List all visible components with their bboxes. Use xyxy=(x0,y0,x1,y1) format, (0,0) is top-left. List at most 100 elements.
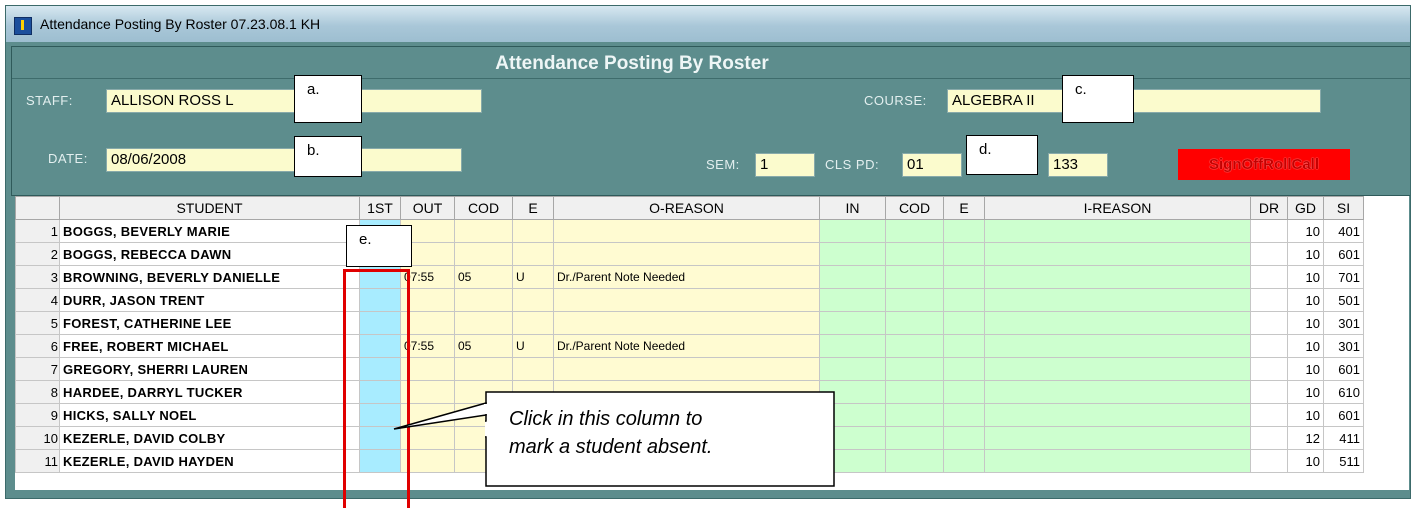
out-excuse-cell[interactable]: U xyxy=(512,334,554,358)
out-reason-cell[interactable] xyxy=(553,357,820,381)
table-row[interactable]: 4 DURR, JASON TRENT 10 501 xyxy=(15,288,1364,312)
out-code-cell[interactable] xyxy=(454,380,513,404)
clspd-field[interactable]: 01 xyxy=(902,153,962,177)
out-time-cell[interactable]: 07:55 xyxy=(400,265,455,289)
col-out-e-header[interactable]: E xyxy=(512,196,554,220)
out-code-cell[interactable] xyxy=(454,288,513,312)
out-reason-cell[interactable] xyxy=(553,311,820,335)
signoff-rollcall-button[interactable]: SignOffRollCall xyxy=(1178,149,1350,180)
col-dr-header[interactable]: DR xyxy=(1250,196,1288,220)
dr-cell[interactable] xyxy=(1250,311,1288,335)
out-excuse-cell[interactable] xyxy=(512,357,554,381)
dr-cell[interactable] xyxy=(1250,449,1288,473)
dr-cell[interactable] xyxy=(1250,380,1288,404)
student-name-cell[interactable]: FREE, ROBERT MICHAEL xyxy=(59,334,360,358)
in-excuse-cell[interactable] xyxy=(943,403,985,427)
first-period-absent-cell[interactable] xyxy=(359,265,401,289)
student-name-cell[interactable]: GREGORY, SHERRI LAUREN xyxy=(59,357,360,381)
out-excuse-cell[interactable] xyxy=(512,219,554,243)
out-time-cell[interactable]: 07:55 xyxy=(400,334,455,358)
in-time-cell[interactable] xyxy=(819,311,886,335)
col-out-cod-header[interactable]: COD xyxy=(454,196,513,220)
in-excuse-cell[interactable] xyxy=(943,311,985,335)
out-code-cell[interactable] xyxy=(454,219,513,243)
student-name-cell[interactable]: BROWNING, BEVERLY DANIELLE xyxy=(59,265,360,289)
in-time-cell[interactable] xyxy=(819,265,886,289)
student-name-cell[interactable]: HARDEE, DARRYL TUCKER xyxy=(59,380,360,404)
dr-cell[interactable] xyxy=(1250,242,1288,266)
col-oreason-header[interactable]: O-REASON xyxy=(553,196,820,220)
in-code-cell[interactable] xyxy=(885,426,944,450)
in-time-cell[interactable] xyxy=(819,357,886,381)
out-time-cell[interactable] xyxy=(400,288,455,312)
in-excuse-cell[interactable] xyxy=(943,357,985,381)
in-time-cell[interactable] xyxy=(819,426,886,450)
in-excuse-cell[interactable] xyxy=(943,449,985,473)
first-period-absent-cell[interactable] xyxy=(359,334,401,358)
dr-cell[interactable] xyxy=(1250,426,1288,450)
in-reason-cell[interactable] xyxy=(984,403,1251,427)
sem-field[interactable]: 1 xyxy=(755,153,815,177)
in-time-cell[interactable] xyxy=(819,242,886,266)
course-field[interactable]: ALGEBRA II xyxy=(947,89,1321,113)
in-reason-cell[interactable] xyxy=(984,334,1251,358)
in-reason-cell[interactable] xyxy=(984,288,1251,312)
out-time-cell[interactable] xyxy=(400,426,455,450)
table-row[interactable]: 5 FOREST, CATHERINE LEE 10 301 xyxy=(15,311,1364,335)
in-code-cell[interactable] xyxy=(885,288,944,312)
in-reason-cell[interactable] xyxy=(984,265,1251,289)
dr-cell[interactable] xyxy=(1250,403,1288,427)
first-period-absent-cell[interactable] xyxy=(359,449,401,473)
col-ireason-header[interactable]: I-REASON xyxy=(984,196,1251,220)
table-row[interactable]: 2 BOGGS, REBECCA DAWN 10 601 xyxy=(15,242,1364,266)
in-reason-cell[interactable] xyxy=(984,357,1251,381)
out-reason-cell[interactable] xyxy=(553,288,820,312)
out-excuse-cell[interactable] xyxy=(512,380,554,404)
table-row[interactable]: 7 GREGORY, SHERRI LAUREN 10 601 xyxy=(15,357,1364,381)
out-code-cell[interactable] xyxy=(454,403,513,427)
in-code-cell[interactable] xyxy=(885,242,944,266)
table-row[interactable]: 8 HARDEE, DARRYL TUCKER 10 610 xyxy=(15,380,1364,404)
out-reason-cell[interactable]: Dr./Parent Note Needed xyxy=(553,265,820,289)
first-period-absent-cell[interactable] xyxy=(359,403,401,427)
table-row[interactable]: 1 BOGGS, BEVERLY MARIE 10 401 xyxy=(15,219,1364,243)
col-1st-header[interactable]: 1ST xyxy=(359,196,401,220)
out-time-cell[interactable] xyxy=(400,403,455,427)
student-name-cell[interactable]: BOGGS, REBECCA DAWN xyxy=(59,242,360,266)
col-in-e-header[interactable]: E xyxy=(943,196,985,220)
first-period-absent-cell[interactable] xyxy=(359,357,401,381)
in-time-cell[interactable] xyxy=(819,288,886,312)
out-excuse-cell[interactable]: U xyxy=(512,265,554,289)
out-time-cell[interactable] xyxy=(400,311,455,335)
in-excuse-cell[interactable] xyxy=(943,380,985,404)
in-time-cell[interactable] xyxy=(819,219,886,243)
in-code-cell[interactable] xyxy=(885,334,944,358)
in-code-cell[interactable] xyxy=(885,311,944,335)
out-code-cell[interactable] xyxy=(454,449,513,473)
in-reason-cell[interactable] xyxy=(984,449,1251,473)
in-excuse-cell[interactable] xyxy=(943,334,985,358)
in-time-cell[interactable] xyxy=(819,449,886,473)
in-code-cell[interactable] xyxy=(885,219,944,243)
out-time-cell[interactable] xyxy=(400,449,455,473)
in-reason-cell[interactable] xyxy=(984,311,1251,335)
first-period-absent-cell[interactable] xyxy=(359,426,401,450)
in-time-cell[interactable] xyxy=(819,334,886,358)
out-time-cell[interactable] xyxy=(400,357,455,381)
room-field[interactable]: 133 xyxy=(1048,153,1108,177)
dr-cell[interactable] xyxy=(1250,219,1288,243)
col-in-header[interactable]: IN xyxy=(819,196,886,220)
dr-cell[interactable] xyxy=(1250,357,1288,381)
in-time-cell[interactable] xyxy=(819,380,886,404)
in-excuse-cell[interactable] xyxy=(943,426,985,450)
dr-cell[interactable] xyxy=(1250,334,1288,358)
col-out-header[interactable]: OUT xyxy=(400,196,455,220)
student-name-cell[interactable]: KEZERLE, DAVID COLBY xyxy=(59,426,360,450)
in-code-cell[interactable] xyxy=(885,265,944,289)
in-time-cell[interactable] xyxy=(819,403,886,427)
out-code-cell[interactable]: 05 xyxy=(454,334,513,358)
in-excuse-cell[interactable] xyxy=(943,242,985,266)
dr-cell[interactable] xyxy=(1250,265,1288,289)
col-in-cod-header[interactable]: COD xyxy=(885,196,944,220)
table-row[interactable]: 3 BROWNING, BEVERLY DANIELLE 07:55 05 U Dr./P… xyxy=(15,265,1364,289)
